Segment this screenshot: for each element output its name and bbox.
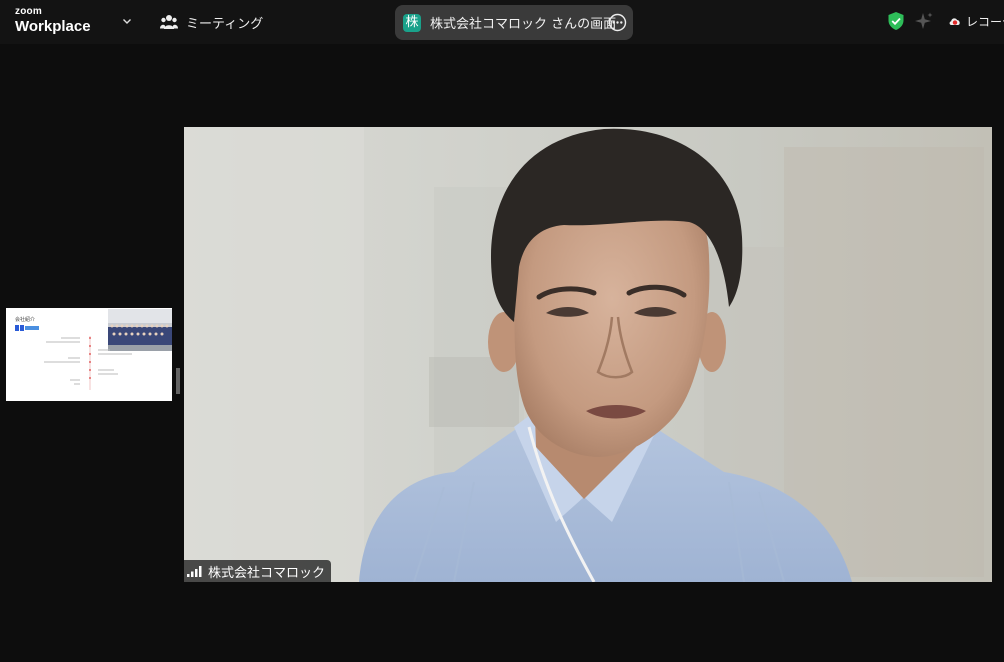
signal-bars-icon	[187, 566, 202, 577]
people-icon	[160, 15, 178, 29]
brand-small: zoom	[15, 6, 42, 17]
participant-name-tag: 株式会社コマロック	[184, 560, 332, 582]
header-right-controls: レコーデ	[886, 10, 1004, 32]
brand-large: Workplace	[15, 18, 91, 35]
video-feed-image	[184, 127, 992, 582]
zoom-workplace-logo[interactable]: zoom Workplace	[15, 6, 91, 35]
resize-handle[interactable]	[176, 368, 180, 394]
cloud-record-icon	[949, 18, 960, 25]
slide-timeline-graphic	[44, 336, 132, 390]
ellipsis-circle-icon[interactable]	[608, 13, 627, 32]
participant-video[interactable]: 株式会社コマロック	[184, 127, 992, 582]
screen-share-indicator[interactable]: 株 株式会社コマロック さんの画面	[395, 5, 633, 40]
record-label: レコーデ	[966, 14, 1004, 29]
chevron-down-icon[interactable]	[121, 15, 133, 27]
record-button[interactable]: レコーデ	[948, 13, 1004, 30]
sparkle-icon[interactable]	[914, 11, 934, 31]
shield-check-icon[interactable]	[886, 11, 906, 31]
meetings-label: ミーティング	[186, 16, 264, 32]
top-bar: zoom Workplace ミーティング 株 株式会社コマロック さんの画面	[0, 0, 1004, 44]
share-avatar: 株	[403, 13, 421, 32]
participant-name: 株式会社コマロック	[208, 565, 326, 581]
share-title: 株式会社コマロック さんの画面	[430, 17, 617, 32]
shared-screen-thumbnail[interactable]: 会社紹介	[6, 308, 172, 401]
meetings-button[interactable]: ミーティング	[160, 11, 263, 33]
